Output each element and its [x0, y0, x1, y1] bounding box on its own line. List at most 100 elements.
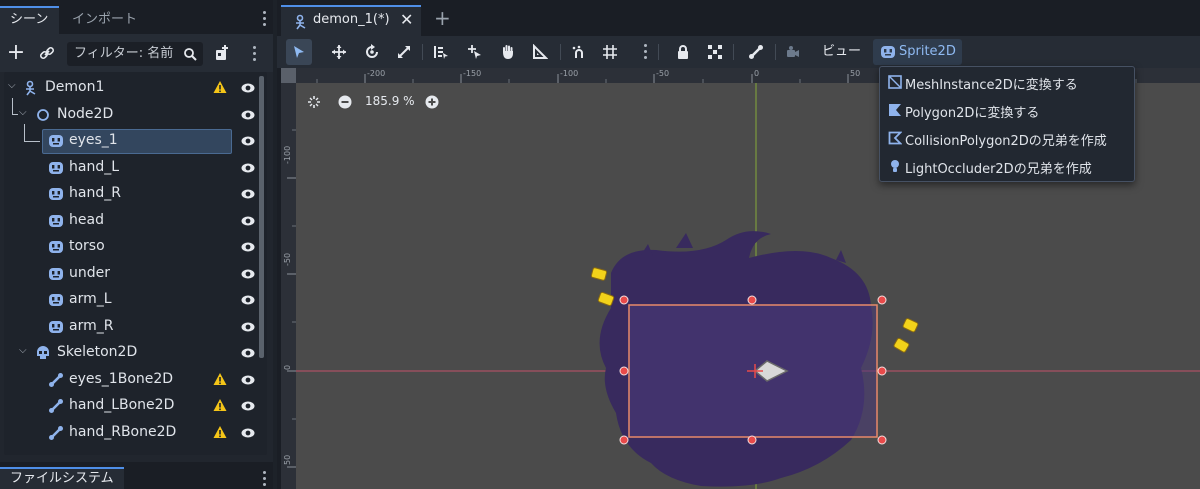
visibility-eye-icon[interactable]: [241, 161, 255, 175]
collision-polygon-icon: [888, 131, 902, 145]
tree-row-hand-lbone2d[interactable]: hand_LBone2D: [4, 393, 267, 419]
visibility-eye-icon[interactable]: [241, 373, 255, 387]
toolbar-separator: [658, 44, 659, 60]
view-menu[interactable]: ビュー: [816, 39, 867, 65]
center-view-icon[interactable]: [307, 95, 321, 109]
add-node-icon[interactable]: +: [6, 42, 26, 64]
collapse-arrow-icon[interactable]: ⌵: [8, 80, 16, 91]
smart-snap-button[interactable]: [566, 39, 592, 65]
skeleton-options-button[interactable]: [743, 39, 769, 65]
scale-tool-button[interactable]: [391, 39, 417, 65]
node2d-icon: [37, 109, 49, 121]
visibility-eye-icon[interactable]: [241, 399, 255, 413]
pivot-tool-button[interactable]: [462, 39, 488, 65]
instance-scene-icon[interactable]: [214, 44, 232, 62]
tree-row-hand-l[interactable]: hand_L: [4, 155, 267, 181]
close-icon[interactable]: ✕: [400, 10, 413, 29]
tree-label: arm_R: [69, 318, 114, 334]
tree-row-arm-r[interactable]: arm_R: [4, 314, 267, 340]
ruler-label: -100: [283, 145, 292, 164]
visibility-eye-icon[interactable]: [241, 81, 255, 95]
scene-tree: ⌵ Demon1 ⌵ Node2D eyes_1 hand_L hand_R h…: [4, 72, 267, 455]
sprite2d-icon: [49, 215, 63, 227]
ruler-label: -150: [463, 69, 482, 78]
toolbar-separator: [733, 44, 734, 60]
scene-tab-demon-1[interactable]: demon_1(*) ✕: [281, 5, 421, 36]
visibility-eye-icon[interactable]: [241, 108, 255, 122]
link-icon[interactable]: [39, 45, 55, 61]
menu-item-create-light-occluder[interactable]: LightOccluder2Dの兄弟を作成: [880, 153, 1134, 180]
visibility-eye-icon[interactable]: [241, 267, 255, 281]
tree-row-arm-l[interactable]: arm_L: [4, 287, 267, 313]
filter-input[interactable]: フィルター: 名前: [67, 42, 203, 66]
collapse-arrow-icon[interactable]: ⌵: [19, 107, 27, 118]
tree-row-under[interactable]: under: [4, 261, 267, 287]
warning-icon[interactable]: [213, 398, 227, 412]
zoom-out-icon[interactable]: [338, 95, 352, 109]
sprite2d-icon: [49, 241, 63, 253]
visibility-eye-icon[interactable]: [241, 240, 255, 254]
vertical-ruler[interactable]: -100 -50 0 50: [281, 68, 296, 489]
camera-override-button[interactable]: [779, 39, 805, 65]
group-icon: [708, 45, 722, 59]
tree-scrollbar[interactable]: [259, 76, 264, 358]
tree-label: Demon1: [45, 79, 105, 95]
warning-icon[interactable]: [213, 80, 227, 94]
tree-row-torso[interactable]: torso: [4, 234, 267, 260]
tree-row-hand-rbone2d[interactable]: hand_RBone2D: [4, 420, 267, 446]
pan-tool-button[interactable]: [495, 39, 521, 65]
menu-item-convert-polygon[interactable]: Polygon2Dに変換する: [880, 97, 1134, 124]
rotate-icon: [366, 44, 378, 58]
visibility-eye-icon[interactable]: [241, 187, 255, 201]
menu-item-label: Polygon2Dに変換する: [905, 106, 1040, 121]
ruler-label: -50: [656, 69, 670, 78]
ruler-label: -200: [367, 69, 386, 78]
lock-button[interactable]: [670, 39, 696, 65]
select-tool-button[interactable]: [286, 39, 312, 65]
tab-import[interactable]: インポート: [62, 6, 147, 34]
tree-row-demon1[interactable]: ⌵ Demon1: [4, 75, 267, 101]
grid-snap-button[interactable]: [597, 39, 623, 65]
tree-row-node2d[interactable]: ⌵ Node2D: [4, 102, 267, 128]
tree-label: eyes_1: [69, 132, 118, 148]
rotate-tool-button[interactable]: [359, 39, 385, 65]
warning-icon[interactable]: [213, 372, 227, 386]
group-button[interactable]: [702, 39, 728, 65]
visibility-eye-icon[interactable]: [241, 134, 255, 148]
tree-row-hand-r[interactable]: hand_R: [4, 181, 267, 207]
tree-row-skeleton2d[interactable]: ⌵ Skeleton2D: [4, 340, 267, 366]
visibility-eye-icon[interactable]: [241, 293, 255, 307]
visibility-eye-icon[interactable]: [241, 346, 255, 360]
filesystem-menu-icon[interactable]: [263, 471, 267, 489]
collapse-arrow-icon[interactable]: ⌵: [19, 345, 27, 356]
zoom-in-icon[interactable]: [425, 95, 439, 109]
scene-tab-label: demon_1(*): [313, 12, 390, 27]
new-scene-tab-icon[interactable]: +: [434, 6, 451, 30]
snap-options-icon[interactable]: [644, 44, 648, 62]
menu-item-create-collision-polygon[interactable]: CollisionPolygon2Dの兄弟を作成: [880, 125, 1134, 152]
sprite2d-icon: [49, 294, 63, 306]
move-tool-button[interactable]: [326, 39, 352, 65]
tree-row-eyes-1[interactable]: eyes_1: [4, 128, 267, 154]
tab-filesystem[interactable]: ファイルシステム: [0, 467, 124, 489]
polygon-icon: [889, 104, 901, 116]
sprite2d-menu[interactable]: Sprite2D: [873, 39, 962, 65]
scene-menu-icon[interactable]: [253, 46, 257, 64]
light-occluder-icon: [891, 160, 899, 172]
list-select-button[interactable]: [428, 39, 454, 65]
warning-icon[interactable]: [213, 425, 227, 439]
visibility-eye-icon[interactable]: [241, 320, 255, 334]
sprite2d-icon: [881, 46, 895, 58]
zoom-level[interactable]: 185.9 %: [365, 94, 415, 108]
visibility-eye-icon[interactable]: [241, 214, 255, 228]
dock-tab-bar: シーン インポート: [0, 0, 273, 34]
tree-row-eyes-1bone2d[interactable]: eyes_1Bone2D: [4, 367, 267, 393]
visibility-eye-icon[interactable]: [241, 426, 255, 440]
tab-scene[interactable]: シーン: [0, 6, 59, 34]
dock-menu-icon[interactable]: [263, 11, 267, 29]
ruler-tool-button[interactable]: [527, 39, 553, 65]
tree-row-head[interactable]: head: [4, 208, 267, 234]
menu-item-convert-mesh[interactable]: MeshInstance2Dに変換する: [880, 69, 1134, 96]
tree-label: hand_L: [69, 159, 120, 175]
bone2d-icon: [49, 399, 63, 413]
